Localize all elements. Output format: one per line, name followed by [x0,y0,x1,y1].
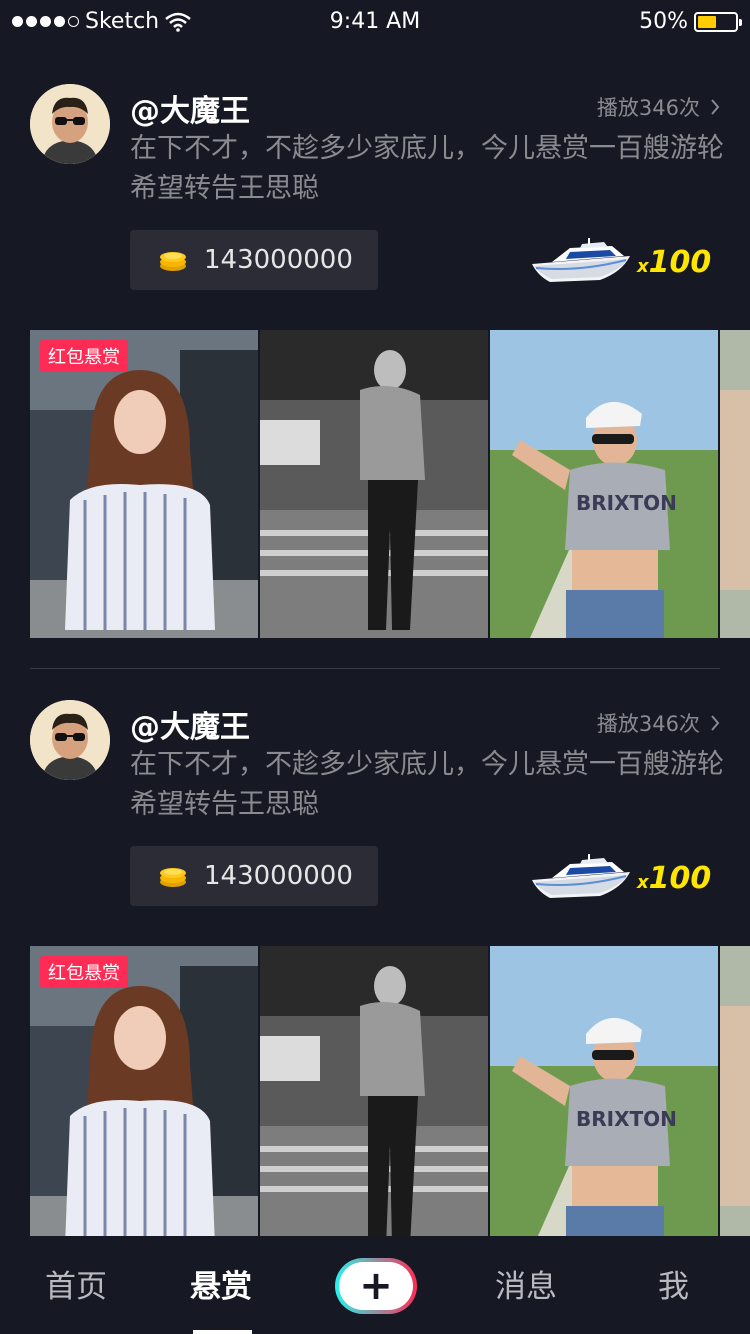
coins-icon [160,868,186,887]
coins-icon [160,252,186,271]
gallery-photo[interactable] [720,946,750,1236]
red-envelope-badge: 红包悬赏 [40,340,128,372]
svg-text:BRIXTON: BRIXTON [576,491,677,515]
man-street-photo [260,330,488,638]
coin-amount: 143000000 [204,861,353,891]
reward-post[interactable]: @大魔王 播放346次 在下不才，不趁多少家底儿，今儿悬赏一百艘游轮希望转告王思… [0,700,750,1236]
gallery-photo[interactable] [720,330,750,638]
red-envelope-badge: 红包悬赏 [40,956,128,988]
tab-home[interactable]: 首页 [45,1261,107,1306]
avatar[interactable] [30,84,110,164]
battery-percent: 50% [639,9,688,34]
avatar[interactable] [30,700,110,780]
yacht-icon [532,854,630,898]
coin-amount: 143000000 [204,245,353,275]
post-description: 在下不才，不趁多少家底儿，今儿悬赏一百艘游轮希望转告王思聪 [130,133,724,204]
post-description: 在下不才，不趁多少家底儿，今儿悬赏一百艘游轮希望转告王思聪 [130,749,724,820]
chevron-right-icon [711,99,720,115]
play-count[interactable]: 播放346次 [597,92,720,122]
user-avatar-icon [30,700,110,780]
woman-cap-photo: BRIXTON [490,330,718,638]
tab-me[interactable]: 我 [658,1261,689,1306]
reward-post[interactable]: @大魔王 播放346次 在下不才，不趁多少家底儿，今儿悬赏一百艘游轮希望转告王思… [0,84,750,638]
gallery-photo[interactable]: BRIXTON [490,330,718,638]
chevron-right-icon [711,715,720,731]
gallery-photo[interactable]: BRIXTON [490,946,718,1236]
gallery-photo[interactable] [260,330,488,638]
photo-gallery[interactable]: 红包悬赏 BRIXTON [30,330,750,638]
yacht-icon [532,238,630,282]
username[interactable]: @大魔王 [130,702,250,746]
add-button[interactable]: + [335,1258,417,1314]
tab-messages[interactable]: 消息 [495,1261,557,1306]
user-avatar-icon [30,84,110,164]
coin-reward: 143000000 [130,230,378,290]
woman-cap-photo: BRIXTON [490,946,718,1236]
bottom-tab-bar: 首页 悬赏 + 消息 我 [0,1236,750,1334]
post-divider [30,668,720,669]
plus-icon: + [339,1262,413,1310]
play-count[interactable]: 播放346次 [597,708,720,738]
active-tab-indicator [193,1330,252,1334]
woman-striped-shirt-photo [30,330,258,638]
gallery-photo[interactable] [260,946,488,1236]
username[interactable]: @大魔王 [130,86,250,130]
coin-reward: 143000000 [130,846,378,906]
gallery-photo[interactable]: 红包悬赏 [30,330,258,638]
clock: 9:41 AM [329,9,421,34]
battery-icon [694,11,742,32]
battery-info: 50% [639,9,742,34]
tab-reward[interactable]: 悬赏 [190,1261,252,1306]
woman-striped-shirt-photo [30,946,258,1236]
man-street-photo [260,946,488,1236]
photo-gallery[interactable]: 红包悬赏 BRIXTON [30,946,750,1236]
gallery-photo[interactable]: 红包悬赏 [30,946,258,1236]
gift-multiplier: x100 [637,861,712,896]
gift-multiplier: x100 [637,245,712,280]
status-bar: Sketch 9:41 AM 50% [0,0,750,44]
svg-text:BRIXTON: BRIXTON [576,1107,677,1131]
